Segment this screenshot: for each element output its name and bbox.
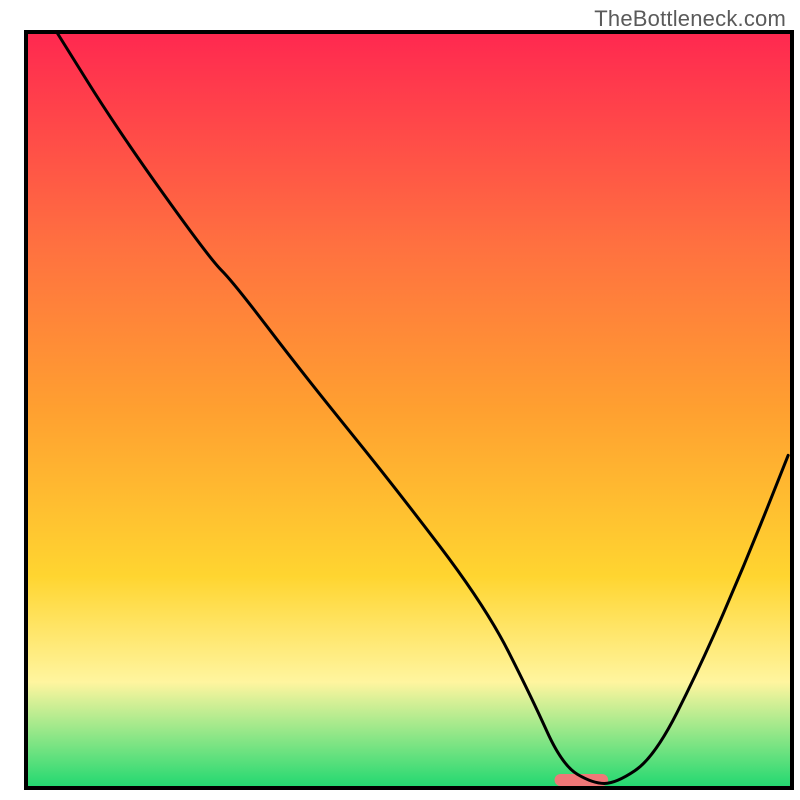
chart-svg — [0, 0, 800, 800]
bottleneck-chart: TheBottleneck.com — [0, 0, 800, 800]
gradient-background — [26, 32, 792, 788]
attribution-label: TheBottleneck.com — [594, 6, 786, 32]
